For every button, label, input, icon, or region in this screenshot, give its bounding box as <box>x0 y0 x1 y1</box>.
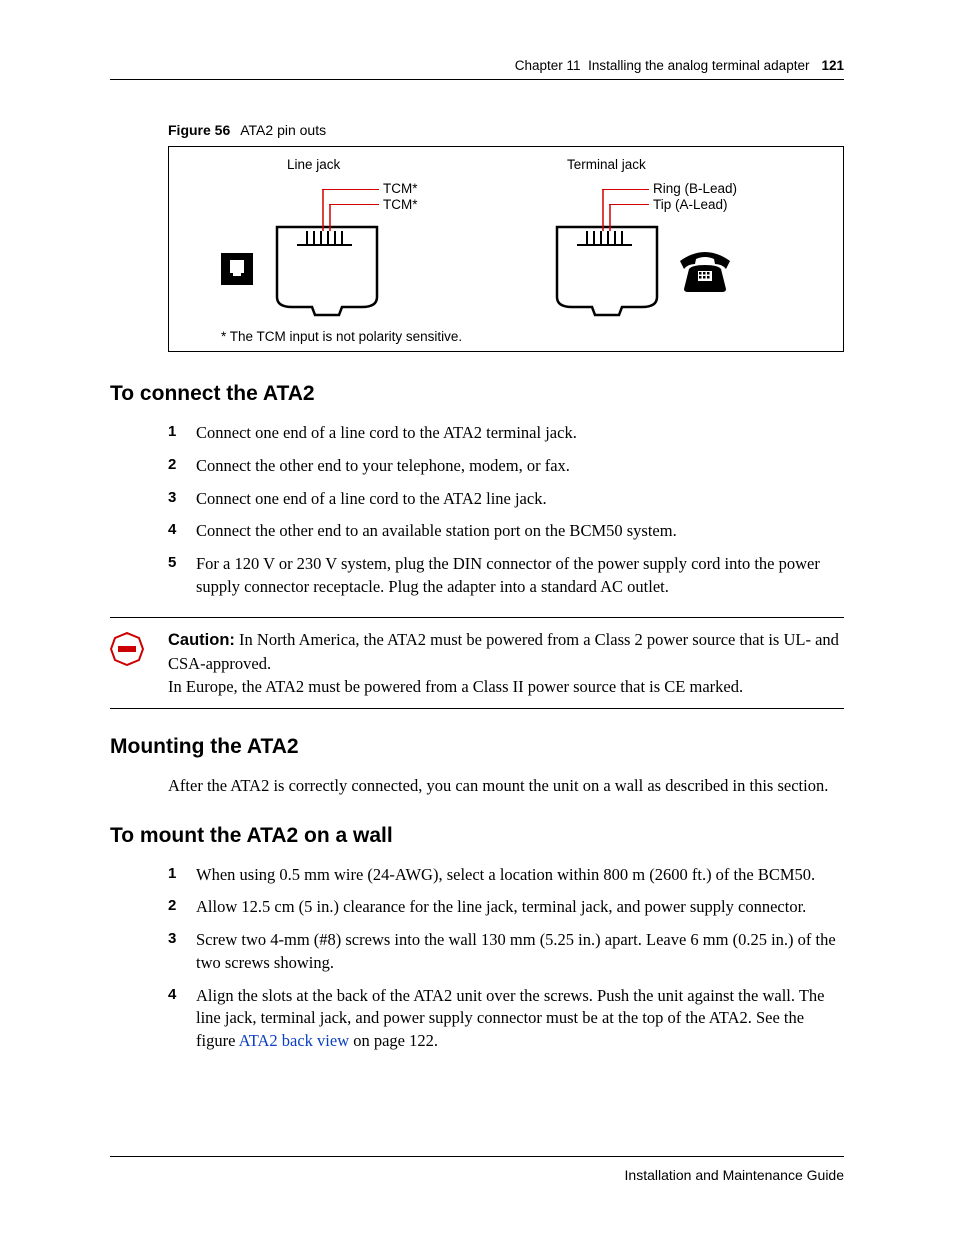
step-number: 4 <box>168 985 196 1053</box>
list-item: 1When using 0.5 mm wire (24-AWG), select… <box>168 864 844 887</box>
list-item: 2Connect the other end to your telephone… <box>168 455 844 478</box>
step-number: 2 <box>168 896 196 919</box>
header-chapter: Chapter 11 <box>515 58 581 73</box>
caution-icon <box>110 632 144 666</box>
leader-line <box>609 204 649 205</box>
heading-mounting-ata2: Mounting the ATA2 <box>110 735 844 759</box>
label-ring: Ring (B-Lead) <box>653 181 737 196</box>
steps-connect: 1Connect one end of a line cord to the A… <box>168 422 844 599</box>
figure-caption: Figure 56 ATA2 pin outs <box>168 122 844 138</box>
list-item: 4Align the slots at the back of the ATA2… <box>168 985 844 1053</box>
list-item: 4Connect the other end to an available s… <box>168 520 844 543</box>
step-text: Allow 12.5 cm (5 in.) clearance for the … <box>196 896 844 919</box>
label-terminal-jack: Terminal jack <box>567 157 646 172</box>
step-text-post: on page 122. <box>349 1031 438 1050</box>
step-text: When using 0.5 mm wire (24-AWG), select … <box>196 864 844 887</box>
list-item: 2Allow 12.5 cm (5 in.) clearance for the… <box>168 896 844 919</box>
list-item: 1Connect one end of a line cord to the A… <box>168 422 844 445</box>
label-line-jack: Line jack <box>287 157 340 172</box>
caution-text: Caution: In North America, the ATA2 must… <box>168 628 844 698</box>
step-text: Connect one end of a line cord to the AT… <box>196 488 844 511</box>
list-item: 3Screw two 4-mm (#8) screws into the wal… <box>168 929 844 975</box>
figure-ata2-pinouts: Line jack Terminal jack <box>168 146 844 352</box>
step-number: 5 <box>168 553 196 599</box>
step-text: Connect one end of a line cord to the AT… <box>196 422 844 445</box>
leader-line <box>329 204 379 205</box>
header-page-number: 121 <box>821 58 844 73</box>
step-text: Connect the other end to an available st… <box>196 520 844 543</box>
label-tcm: TCM* <box>383 197 418 212</box>
step-number: 3 <box>168 488 196 511</box>
heading-connect-ata2: To connect the ATA2 <box>110 382 844 406</box>
steps-mount-wall: 1When using 0.5 mm wire (24-AWG), select… <box>168 864 844 1053</box>
figure-title: ATA2 pin outs <box>240 122 326 138</box>
step-text: Connect the other end to your telephone,… <box>196 455 844 478</box>
wall-socket-icon <box>219 251 255 287</box>
xref-ata2-back-view[interactable]: ATA2 back view <box>239 1031 349 1050</box>
mounting-intro: After the ATA2 is correctly connected, y… <box>168 775 844 798</box>
list-item: 3Connect one end of a line cord to the A… <box>168 488 844 511</box>
step-number: 4 <box>168 520 196 543</box>
step-number: 1 <box>168 422 196 445</box>
leader-drop <box>322 189 332 233</box>
footer-text: Installation and Maintenance Guide <box>625 1167 844 1183</box>
figure-label: Figure 56 <box>168 122 230 138</box>
header-title: Installing the analog terminal adapter <box>588 58 809 73</box>
step-text: Align the slots at the back of the ATA2 … <box>196 985 844 1053</box>
caution-lead: Caution: <box>168 631 235 649</box>
step-text: For a 120 V or 230 V system, plug the DI… <box>196 553 844 599</box>
label-tip: Tip (A-Lead) <box>653 197 728 212</box>
page-footer: Installation and Maintenance Guide <box>110 1156 844 1183</box>
caution-line1: In North America, the ATA2 must be power… <box>168 630 839 673</box>
step-number: 1 <box>168 864 196 887</box>
page-header: Chapter 11 Installing the analog termina… <box>110 58 844 80</box>
figure-footnote: * The TCM input is not polarity sensitiv… <box>221 329 462 344</box>
caution-callout: Caution: In North America, the ATA2 must… <box>110 617 844 709</box>
label-tcm: TCM* <box>383 181 418 196</box>
list-item: 5For a 120 V or 230 V system, plug the D… <box>168 553 844 599</box>
heading-mount-wall: To mount the ATA2 on a wall <box>110 824 844 848</box>
step-text: Screw two 4-mm (#8) screws into the wall… <box>196 929 844 975</box>
telephone-icon <box>676 249 734 293</box>
step-number: 2 <box>168 455 196 478</box>
caution-line2: In Europe, the ATA2 must be powered from… <box>168 677 743 696</box>
step-number: 3 <box>168 929 196 975</box>
leader-drop <box>602 189 612 233</box>
